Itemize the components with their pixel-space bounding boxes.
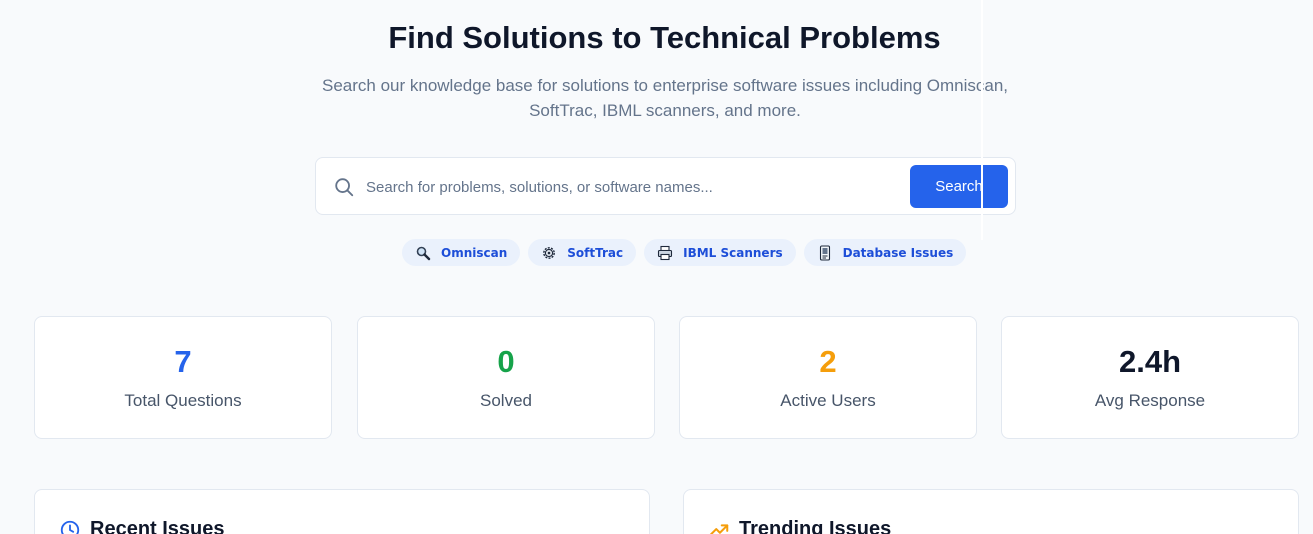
page: Find Solutions to Technical Problems Sea… [0,0,1313,534]
search-icon [335,178,354,197]
trending-issues-panel: Trending Issues [683,489,1299,534]
search-input[interactable] [366,170,901,204]
quick-tags: Omniscan SoftTrac IBML Scanners Database… [402,239,967,266]
stat-value: 0 [497,344,515,379]
subtitle-line-1: Search our knowledge base for solutions … [321,76,1009,95]
search-button[interactable]: Search [910,165,1008,208]
stat-value: 7 [174,344,192,379]
printer-icon [658,245,673,260]
magnifier-icon [416,246,431,260]
stat-label: Active Users [780,391,876,410]
tag-omniscan[interactable]: Omniscan [402,239,521,266]
tag-label: Database Issues [842,245,954,260]
overlay-divider [981,0,983,240]
tag-label: IBML Scanners [683,245,783,260]
trending-up-icon [709,523,729,534]
stat-card-active-users: 2 Active Users [679,316,977,439]
stat-label: Avg Response [1094,391,1206,410]
stat-card-solved: 0 Solved [357,316,655,439]
stat-card-avg-response: 2.4h Avg Response [1001,316,1299,439]
stat-label: Solved [480,391,532,410]
gear-icon [543,246,556,259]
stat-label: Total Questions [124,391,242,410]
tag-label: Omniscan [441,245,508,260]
panel-header: Recent Issues [59,518,225,534]
panel-title: Trending Issues [739,518,892,534]
tag-ibml-scanners[interactable]: IBML Scanners [644,239,796,266]
subtitle-line-2: SoftTrac, IBML scanners, and more. [529,101,801,120]
stat-value: 2 [819,344,837,379]
panel-header: Trending Issues [708,518,891,534]
page-subtitle: Search our knowledge base for solutions … [320,73,1010,123]
tag-softtrac[interactable]: SoftTrac [528,239,637,266]
page-title: Find Solutions to Technical Problems [388,20,941,55]
tag-label: SoftTrac [567,245,624,260]
clock-icon [60,520,80,534]
search-bar: Search [315,157,1016,215]
stat-card-total-questions: 7 Total Questions [34,316,332,439]
panel-title: Recent Issues [90,518,225,534]
stat-value: 2.4h [1118,344,1182,379]
tag-database-issues[interactable]: Database Issues [803,239,967,266]
document-icon [819,244,830,261]
recent-issues-panel: Recent Issues [34,489,650,534]
